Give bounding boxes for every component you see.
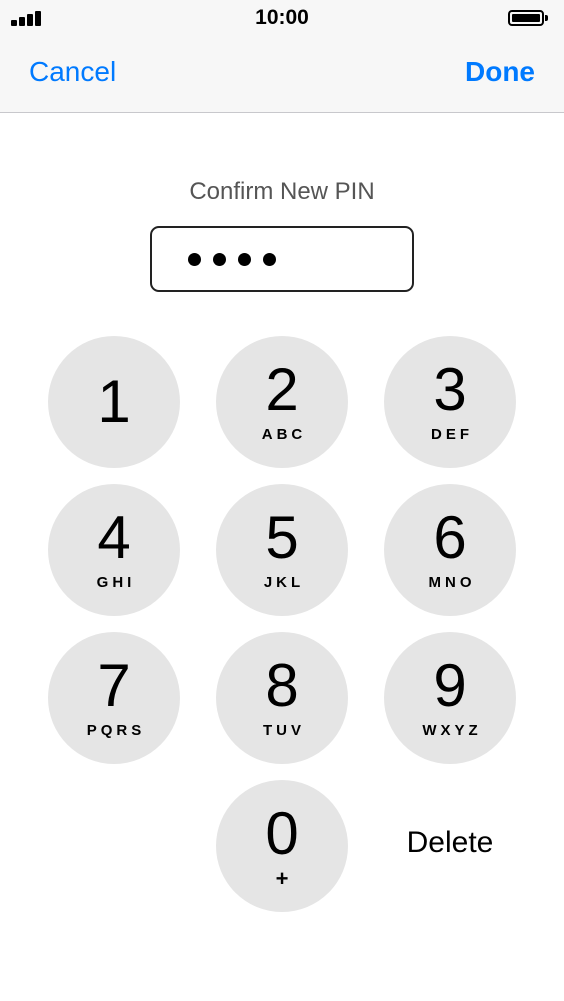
key-digit: 9 — [433, 652, 467, 719]
pin-dot — [238, 252, 251, 266]
key-letters: TUV — [263, 722, 305, 739]
key-digit: 1 — [97, 368, 131, 435]
key-digit: 5 — [265, 504, 299, 571]
key-digit: 7 — [97, 652, 131, 719]
key-8[interactable]: 8 TUV — [216, 632, 348, 764]
key-letters: GHI — [96, 574, 136, 591]
pin-dot — [213, 252, 226, 266]
pin-dots — [188, 228, 288, 290]
pin-input-field[interactable] — [150, 226, 414, 292]
key-3[interactable]: 3 DEF — [384, 336, 516, 468]
pin-prompt: Confirm New PIN — [189, 178, 375, 205]
key-digit: 0 — [265, 800, 299, 867]
navigation-bar: Cancel Done — [0, 38, 564, 113]
status-bar: 10:00 — [0, 0, 564, 38]
key-letters: DEF — [431, 426, 473, 443]
key-digit: 8 — [265, 652, 299, 719]
key-letters: MNO — [428, 574, 476, 591]
cancel-button[interactable]: Cancel — [29, 56, 116, 88]
key-digit: 4 — [97, 504, 131, 571]
key-letters: JKL — [263, 574, 305, 591]
key-5[interactable]: 5 JKL — [216, 484, 348, 616]
key-6[interactable]: 6 MNO — [384, 484, 516, 616]
battery-icon — [508, 10, 548, 26]
key-2[interactable]: 2 ABC — [216, 336, 348, 468]
key-7[interactable]: 7 PQRS — [48, 632, 180, 764]
key-9[interactable]: 9 WXYZ — [384, 632, 516, 764]
plus-icon: + — [275, 866, 289, 891]
status-time: 10:00 — [255, 6, 309, 29]
key-letters: PQRS — [86, 722, 146, 739]
key-digit: 2 — [265, 356, 299, 423]
key-letters: ABC — [261, 426, 307, 443]
key-letters: WXYZ — [422, 722, 482, 739]
key-1[interactable]: 1 — [48, 336, 180, 468]
pin-dot — [188, 252, 201, 266]
delete-button[interactable]: Delete — [384, 826, 516, 860]
done-button[interactable]: Done — [465, 56, 535, 88]
pin-entry-screen: 10:00 Cancel Done Confirm New PIN 1 2 AB… — [0, 0, 564, 1001]
key-digit: 3 — [433, 356, 467, 423]
key-0[interactable]: 0 + — [216, 780, 348, 912]
key-digit: 6 — [433, 504, 467, 571]
key-4[interactable]: 4 GHI — [48, 484, 180, 616]
pin-dot — [263, 252, 276, 266]
